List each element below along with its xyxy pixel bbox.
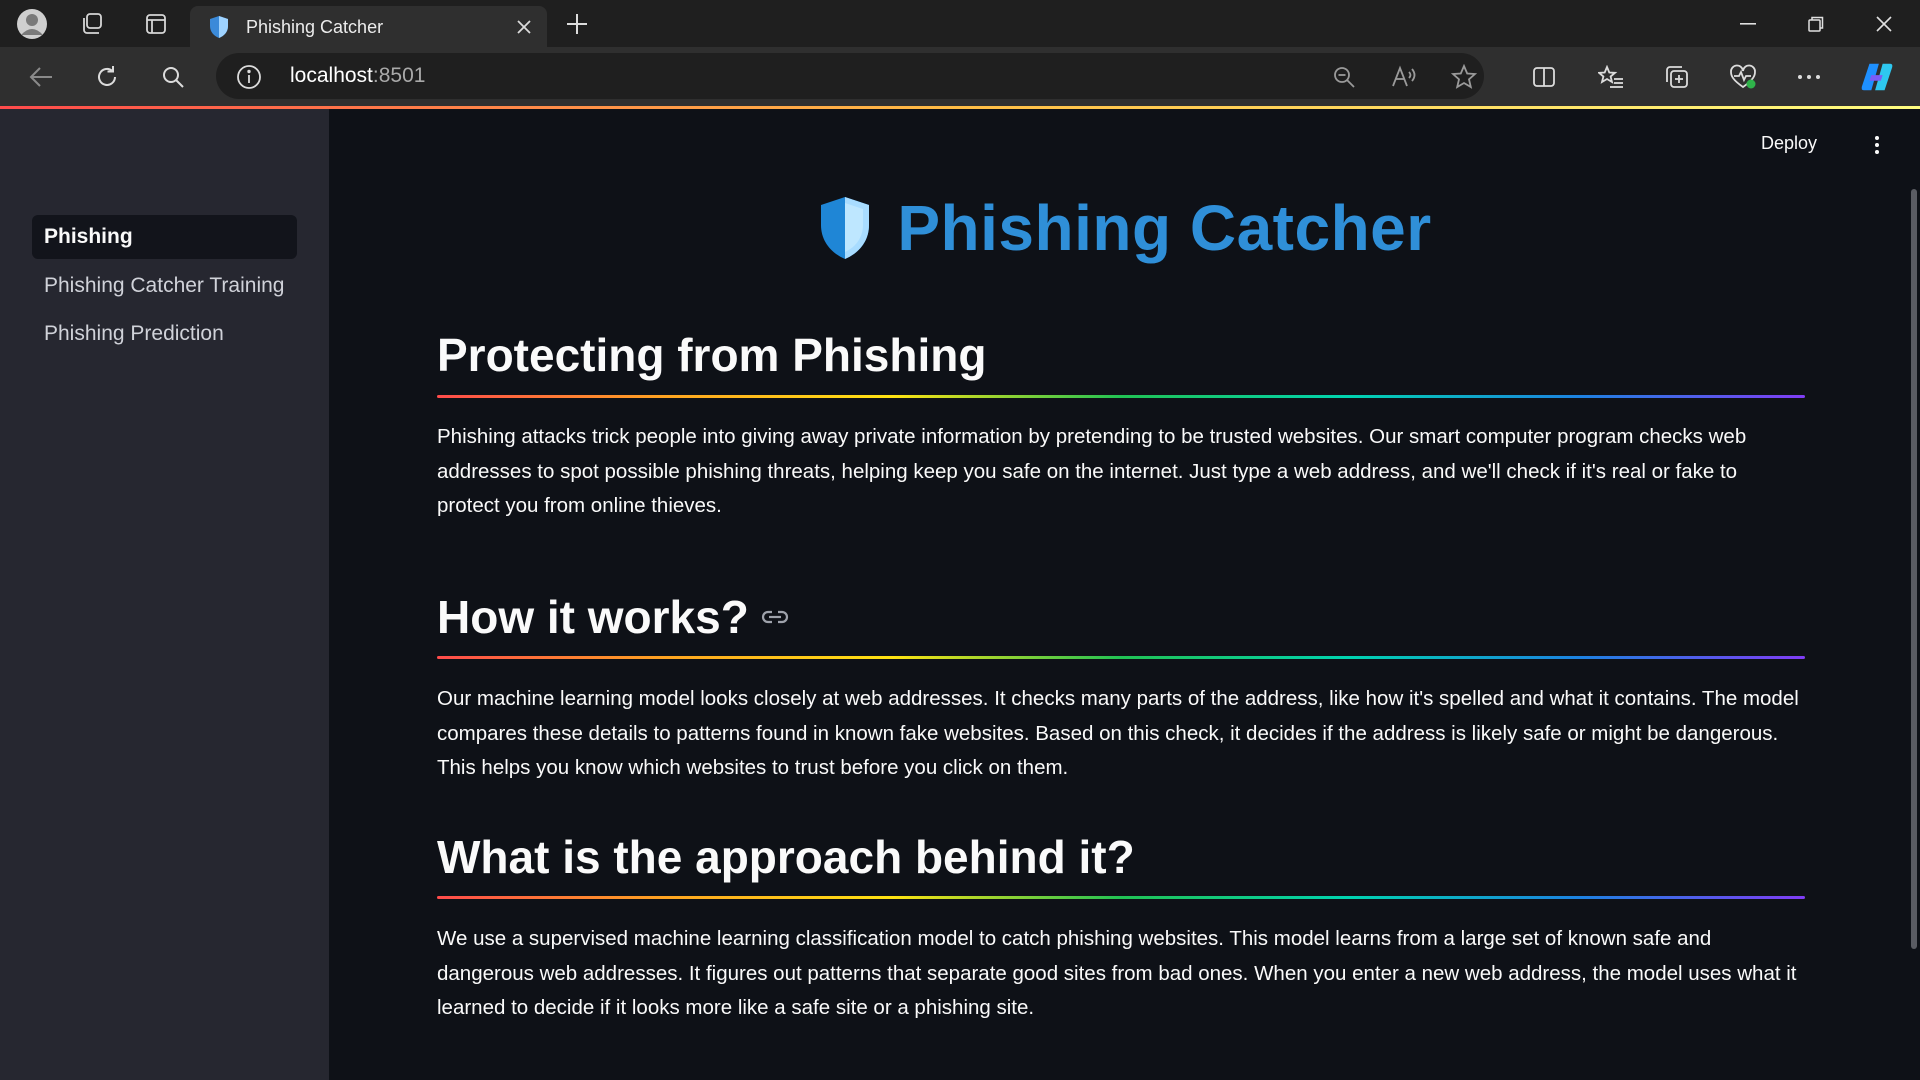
main-menu-icon[interactable] bbox=[1867, 131, 1887, 159]
browser-essentials-icon[interactable] bbox=[1726, 60, 1760, 94]
profile-avatar-icon[interactable] bbox=[16, 8, 48, 40]
restore-window-icon[interactable] bbox=[1782, 0, 1850, 47]
section-body: Phishing attacks trick people into givin… bbox=[437, 425, 1747, 517]
tab-actions-icon[interactable] bbox=[140, 8, 172, 40]
site-info-icon[interactable] bbox=[236, 64, 262, 90]
section-heading-protecting: Protecting from Phishing bbox=[437, 328, 986, 382]
deploy-button[interactable]: Deploy bbox=[1761, 133, 1817, 154]
shield-icon bbox=[821, 197, 870, 259]
section-heading-how-it-works: How it works? bbox=[437, 590, 789, 644]
favorite-star-icon[interactable] bbox=[1450, 63, 1478, 91]
main-content: Deploy Phishing Catcher Protecting from … bbox=[329, 109, 1920, 1080]
zoom-out-icon[interactable] bbox=[1330, 63, 1358, 91]
section-divider bbox=[437, 656, 1805, 659]
sidebar-item-phishing-catcher-training[interactable]: Phishing Catcher Training bbox=[32, 264, 297, 308]
scrollbar[interactable] bbox=[1911, 189, 1917, 949]
split-screen-icon[interactable] bbox=[1527, 60, 1561, 94]
section-heading-approach: What is the approach behind it? bbox=[437, 830, 1135, 884]
close-window-icon[interactable] bbox=[1850, 0, 1918, 47]
more-options-icon[interactable] bbox=[1792, 60, 1826, 94]
browser-address-bar: localhost:8501 bbox=[0, 47, 1920, 106]
section-divider bbox=[437, 395, 1805, 398]
refresh-icon[interactable] bbox=[90, 60, 124, 94]
read-aloud-icon[interactable] bbox=[1390, 63, 1418, 91]
sidebar: Phishing Phishing Catcher Training Phish… bbox=[0, 109, 329, 1080]
section-heading-text: How it works? bbox=[437, 591, 749, 643]
tab-title: Phishing Catcher bbox=[246, 17, 384, 37]
section-divider bbox=[437, 896, 1805, 899]
back-icon[interactable] bbox=[24, 60, 58, 94]
sidebar-item-phishing-prediction[interactable]: Phishing Prediction bbox=[32, 312, 297, 356]
search-icon[interactable] bbox=[156, 60, 190, 94]
section-body: We use a supervised machine learning cla… bbox=[437, 927, 1797, 1019]
url-text: localhost:8501 bbox=[290, 64, 425, 88]
hero-title-block: Phishing Catcher bbox=[329, 183, 1920, 273]
section-body: Our machine learning model looks closely… bbox=[437, 687, 1799, 779]
new-tab-icon[interactable] bbox=[560, 8, 594, 40]
url-field[interactable]: localhost:8501 bbox=[216, 53, 1484, 99]
collections-icon[interactable] bbox=[1660, 60, 1694, 94]
shield-favicon-icon bbox=[210, 16, 228, 38]
section-heading-text: Protecting from Phishing bbox=[437, 329, 987, 381]
page-title: Phishing Catcher bbox=[897, 192, 1432, 264]
workspaces-icon[interactable] bbox=[76, 8, 108, 40]
copilot-icon[interactable] bbox=[1860, 60, 1894, 94]
sidebar-item-phishing[interactable]: Phishing bbox=[32, 215, 297, 259]
close-tab-icon[interactable] bbox=[511, 14, 537, 40]
tab-phishing-catcher[interactable]: Phishing Catcher bbox=[190, 6, 547, 47]
url-port: :8501 bbox=[372, 64, 426, 87]
favorites-icon[interactable] bbox=[1594, 60, 1628, 94]
anchor-link-icon[interactable] bbox=[761, 609, 789, 625]
minimize-window-icon[interactable] bbox=[1714, 0, 1782, 47]
browser-tab-bar: Phishing Catcher bbox=[0, 0, 1920, 47]
section-heading-text: What is the approach behind it? bbox=[437, 831, 1135, 883]
url-host: localhost bbox=[290, 64, 373, 87]
